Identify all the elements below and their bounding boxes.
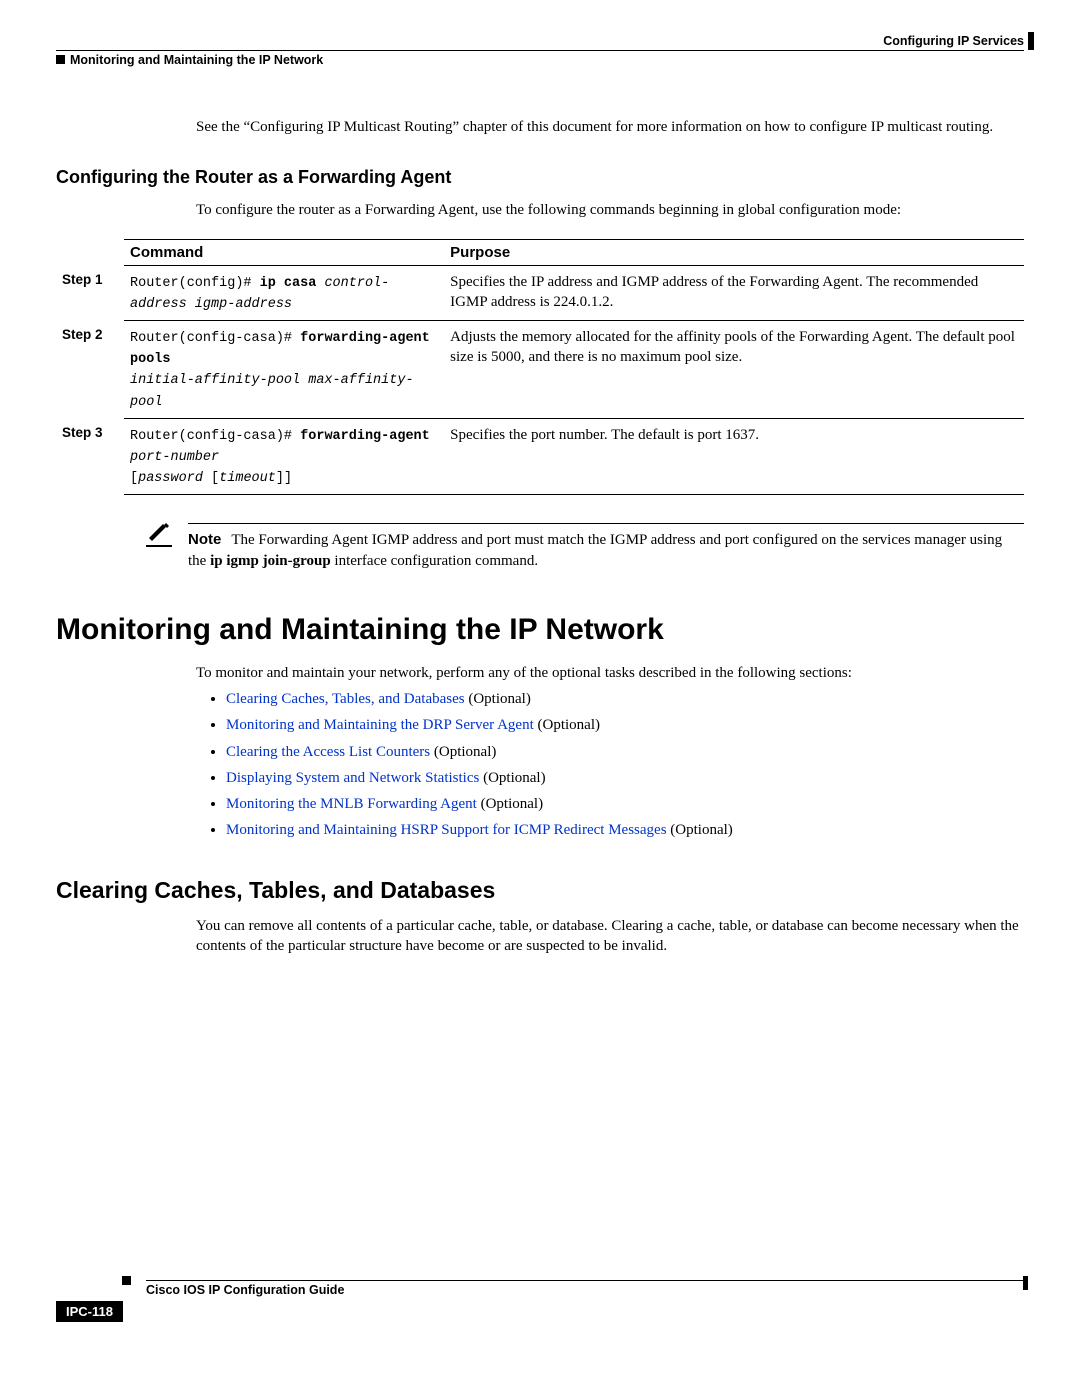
section-monitoring-title: Monitoring and Maintaining the IP Networ… [56, 613, 1024, 647]
header-rule [56, 50, 1024, 51]
note-text: NoteThe Forwarding Agent IGMP address an… [188, 523, 1024, 571]
link-drp-server[interactable]: Monitoring and Maintaining the DRP Serve… [226, 717, 534, 733]
table-row: Step 1 Router(config)# ip casa control-a… [56, 265, 1024, 320]
table-head-purpose: Purpose [444, 239, 1024, 265]
section3-paragraph: You can remove all contents of a particu… [196, 916, 1024, 957]
command-cell: Router(config-casa)# forwarding-agent po… [124, 320, 444, 418]
running-header-left-text: Monitoring and Maintaining the IP Networ… [70, 53, 323, 67]
note-label: Note [188, 531, 221, 548]
note-pencil-icon [146, 523, 172, 571]
header-block-icon [56, 55, 65, 64]
section2-link-list: Clearing Caches, Tables, and Databases (… [196, 689, 1024, 841]
footer-block-icon [122, 1276, 131, 1285]
section-clearing-caches-title: Clearing Caches, Tables, and Databases [56, 877, 1024, 904]
step-label: Step 2 [56, 320, 124, 418]
list-item: Clearing Caches, Tables, and Databases (… [226, 689, 1024, 709]
table-row: Step 3 Router(config-casa)# forwarding-a… [56, 418, 1024, 495]
table-row: Step 2 Router(config-casa)# forwarding-a… [56, 320, 1024, 418]
table-head-empty [56, 239, 124, 265]
link-clearing-caches[interactable]: Clearing Caches, Tables, and Databases [226, 691, 465, 707]
command-table: Command Purpose Step 1 Router(config)# i… [56, 239, 1024, 496]
list-item: Clearing the Access List Counters (Optio… [226, 742, 1024, 762]
section2-paragraph: To monitor and maintain your network, pe… [196, 663, 1024, 683]
page-footer: Cisco IOS IP Configuration Guide IPC-118 [56, 1280, 1024, 1322]
list-item: Monitoring and Maintaining the DRP Serve… [226, 715, 1024, 735]
page-number: IPC-118 [56, 1301, 123, 1322]
table-head-command: Command [124, 239, 444, 265]
link-system-stats[interactable]: Displaying System and Network Statistics [226, 770, 479, 786]
list-item: Monitoring and Maintaining HSRP Support … [226, 820, 1024, 840]
step-label: Step 1 [56, 265, 124, 320]
command-cell: Router(config-casa)# forwarding-agent po… [124, 418, 444, 495]
note-block: NoteThe Forwarding Agent IGMP address an… [146, 523, 1024, 571]
intro-paragraph: See the “Configuring IP Multicast Routin… [196, 117, 1024, 137]
link-mnlb[interactable]: Monitoring the MNLB Forwarding Agent [226, 796, 477, 812]
section1-paragraph: To configure the router as a Forwarding … [196, 200, 1024, 220]
running-header-right: Configuring IP Services [56, 34, 1024, 48]
list-item: Monitoring the MNLB Forwarding Agent (Op… [226, 794, 1024, 814]
footer-rule [146, 1280, 1024, 1281]
section-configuring-router-title: Configuring the Router as a Forwarding A… [56, 167, 1024, 188]
link-hsrp[interactable]: Monitoring and Maintaining HSRP Support … [226, 822, 667, 838]
running-header-left: Monitoring and Maintaining the IP Networ… [56, 53, 1024, 67]
step-label: Step 3 [56, 418, 124, 495]
purpose-cell: Specifies the IP address and IGMP addres… [444, 265, 1024, 320]
footer-doc-title: Cisco IOS IP Configuration Guide [146, 1283, 1024, 1297]
purpose-cell: Adjusts the memory allocated for the aff… [444, 320, 1024, 418]
command-cell: Router(config)# ip casa control-address … [124, 265, 444, 320]
purpose-cell: Specifies the port number. The default i… [444, 418, 1024, 495]
footer-tick-icon [1023, 1276, 1028, 1290]
list-item: Displaying System and Network Statistics… [226, 768, 1024, 788]
link-access-list[interactable]: Clearing the Access List Counters [226, 744, 430, 760]
